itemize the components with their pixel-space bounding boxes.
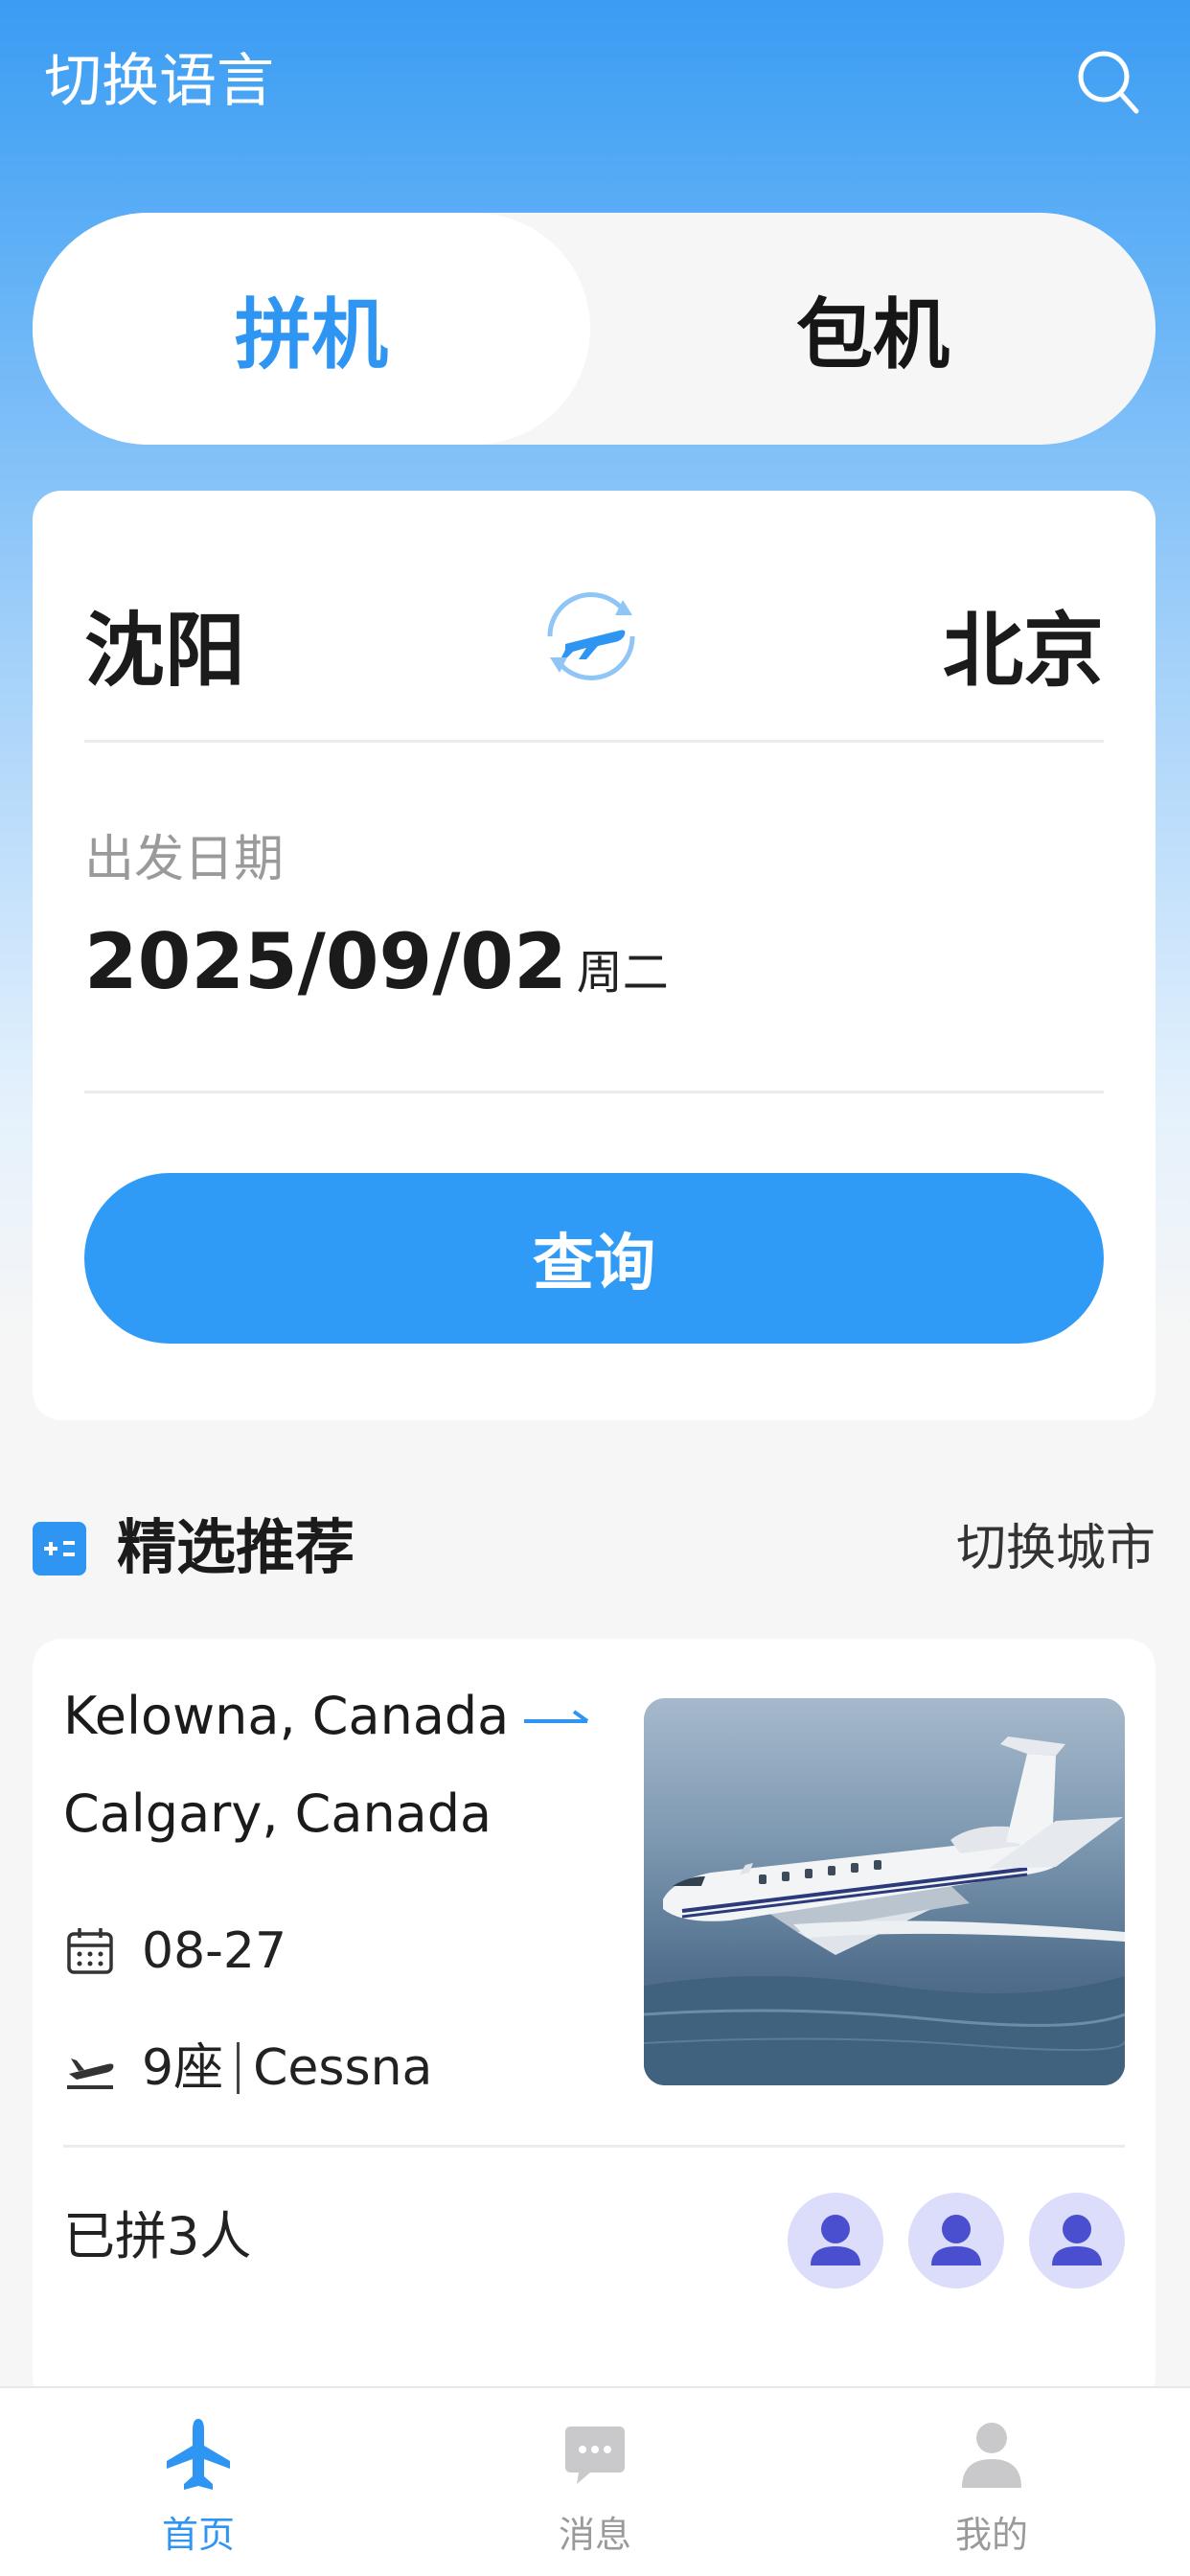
- tab-mine-label: 我的: [954, 2514, 1028, 2556]
- app-screen: 切换语言 拼机 包机 沈阳 北京 出发日期 2025/09/02 周二 查询 精…: [0, 0, 1190, 2576]
- origin-city: Kelowna, Canada: [63, 1686, 510, 1746]
- avatar: [1029, 2193, 1125, 2288]
- top-bar: 切换语言: [0, 0, 1190, 163]
- user-icon: [962, 2423, 1021, 2488]
- flight-card[interactable]: Kelowna, Canada Calgary, Canada 08-27 9座: [33, 1639, 1156, 2405]
- departure-date-value: 2025/09/02: [84, 917, 567, 1006]
- tab-messages[interactable]: 消息: [397, 2388, 793, 2576]
- card-divider: [63, 2145, 1125, 2148]
- tab-messages-label: 消息: [558, 2514, 631, 2556]
- recommend-title: 精选推荐: [117, 1512, 355, 1582]
- departure-date-picker[interactable]: 2025/09/02 周二: [84, 910, 669, 1035]
- weekday-label: 周二: [576, 946, 669, 1000]
- aircraft-info-row: 9座 Cessna: [63, 2032, 432, 2104]
- avatar: [908, 2193, 1004, 2288]
- avatar: [788, 2193, 883, 2288]
- flight-date: 08-27: [142, 1922, 287, 1980]
- trip-type-toggle: 拼机 包机: [33, 213, 1156, 445]
- arrival-city[interactable]: 北京: [943, 598, 1104, 703]
- tab-home[interactable]: 首页: [0, 2388, 397, 2576]
- bottom-tab-bar: 首页 消息 我的: [0, 2386, 1190, 2576]
- user-icon: [931, 2215, 981, 2266]
- divider: [84, 740, 1104, 743]
- tab-charter-flight[interactable]: 包机: [590, 213, 1156, 445]
- seat-count: 9座: [142, 2039, 224, 2097]
- tab-shared-flight[interactable]: 拼机: [33, 213, 590, 445]
- tab-home-label: 首页: [161, 2514, 235, 2556]
- user-icon: [1052, 2215, 1102, 2266]
- flight-route: Kelowna, Canada Calgary, Canada: [63, 1668, 600, 1863]
- swap-plane-icon: [547, 592, 635, 680]
- departure-city[interactable]: 沈阳: [84, 598, 245, 703]
- recommend-icon: [33, 1522, 86, 1576]
- language-switch-link[interactable]: 切换语言: [44, 42, 274, 121]
- destination-city: Calgary, Canada: [63, 1783, 492, 1844]
- divider: [84, 1091, 1104, 1093]
- user-icon: [811, 2215, 860, 2266]
- passenger-avatars: [788, 2193, 1125, 2288]
- joined-count: 已拼3人: [63, 2206, 252, 2266]
- arrow-right-icon: [524, 1710, 589, 1724]
- aircraft-photo: [644, 1698, 1125, 2085]
- switch-city-link[interactable]: 切换城市: [956, 1512, 1156, 1585]
- search-card: 沈阳 北京 出发日期 2025/09/02 周二 查询: [33, 491, 1156, 1420]
- departure-date-label: 出发日期: [84, 831, 285, 888]
- search-icon: [1078, 51, 1139, 114]
- search-button[interactable]: [1073, 46, 1142, 119]
- aircraft-model: Cessna: [253, 2039, 433, 2097]
- swap-cities-button[interactable]: [538, 573, 644, 700]
- query-button[interactable]: 查询: [84, 1173, 1104, 1344]
- calendar-icon: [67, 1928, 113, 1974]
- flight-date-row: 08-27: [63, 1915, 286, 1988]
- takeoff-icon: [67, 2058, 114, 2089]
- airplane-icon: [167, 2419, 230, 2490]
- tab-mine[interactable]: 我的: [793, 2388, 1190, 2576]
- message-icon: [565, 2426, 625, 2484]
- separator: [237, 2042, 240, 2094]
